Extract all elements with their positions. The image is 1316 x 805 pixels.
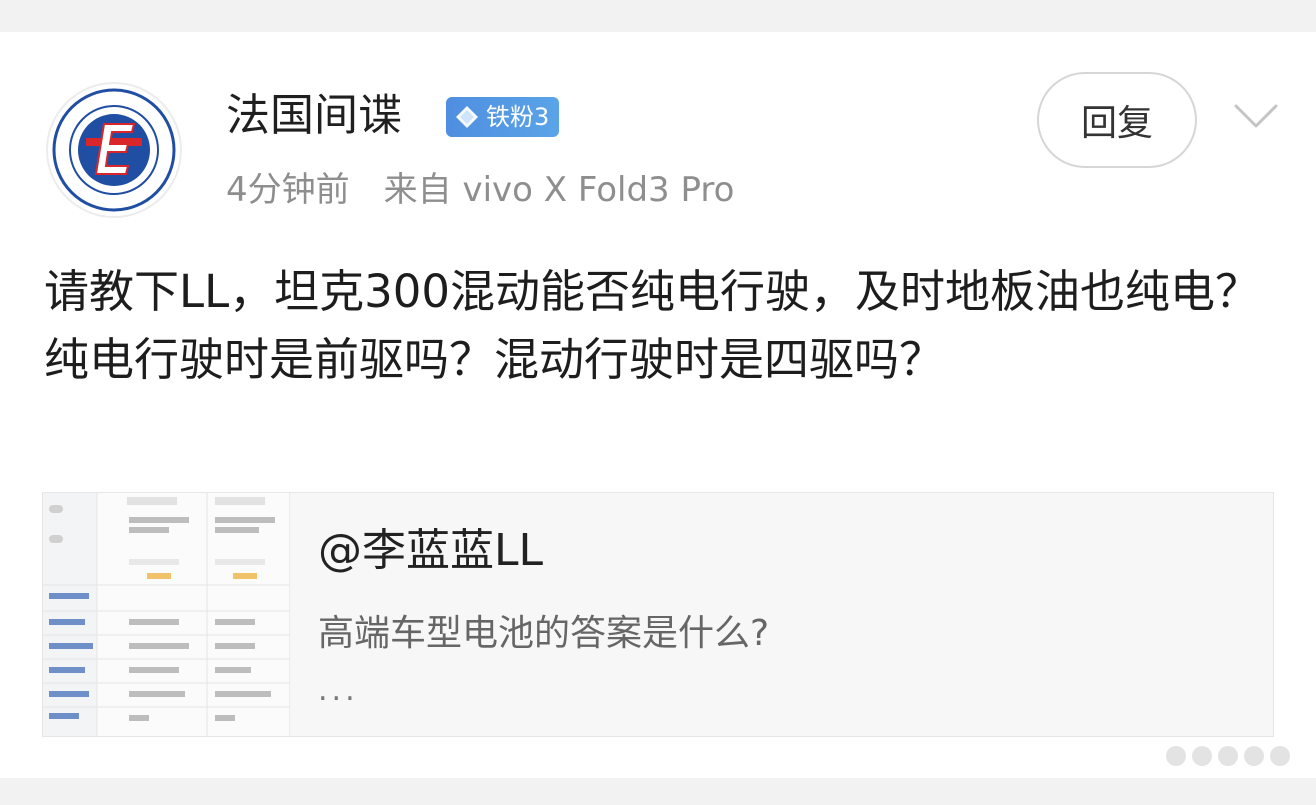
quoted-text: 高端车型电池的答案是什么? [318, 613, 770, 654]
author-name[interactable]: 法国间谍 [226, 88, 402, 144]
university-logo-icon [52, 88, 176, 212]
post-time: 4分钟前 [226, 170, 350, 210]
quoted-author-handle[interactable]: @李蓝蓝LL [318, 521, 543, 581]
post-text: 请教下LL，坦克300混动能否纯电行驶，及时地板油也纯电？纯电行驶时是前驱吗？混… [44, 265, 1261, 386]
quoted-ellipsis: ... [318, 673, 359, 708]
diamond-icon [456, 106, 478, 128]
avatar[interactable] [48, 84, 180, 216]
post-meta: 4分钟前 来自 vivo X Fold3 Pro [226, 167, 734, 213]
thumbnail-image [43, 493, 289, 736]
reply-button[interactable]: 回复 [1037, 72, 1197, 168]
post-source: 来自 vivo X Fold3 Pro [383, 170, 735, 210]
watermark [1166, 744, 1314, 768]
badge-label: 铁粉3 [486, 103, 550, 131]
quoted-thumbnail[interactable] [43, 493, 290, 736]
chevron-down-icon[interactable] [1230, 96, 1282, 136]
fan-level-badge[interactable]: 铁粉3 [446, 97, 560, 137]
quoted-post-card[interactable]: @李蓝蓝LL 高端车型电池的答案是什么? ... [42, 492, 1274, 737]
